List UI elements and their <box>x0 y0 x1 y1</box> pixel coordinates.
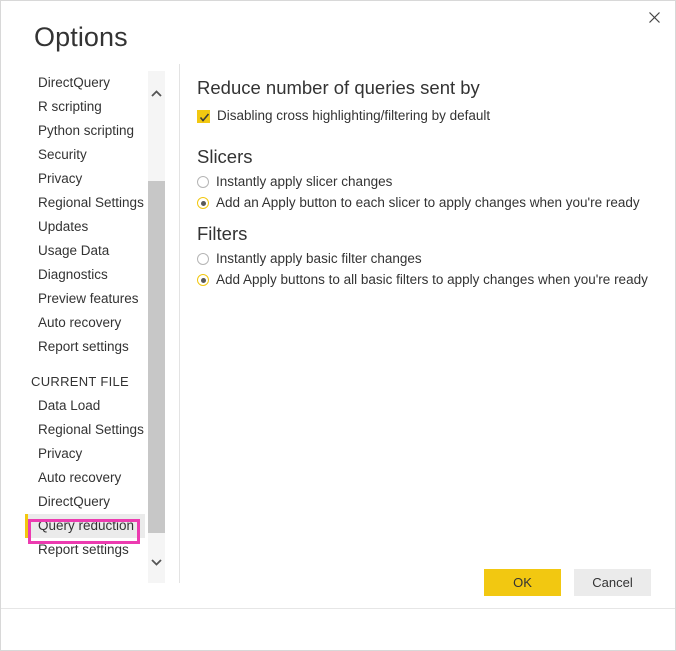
content-divider <box>179 64 180 583</box>
sidebar-scrollbar[interactable] <box>148 71 165 583</box>
sidebar-item-label: DirectQuery <box>38 494 111 509</box>
scrollbar-thumb[interactable] <box>148 181 165 533</box>
radio-label: Instantly apply slicer changes <box>216 174 393 189</box>
radio-selected-icon[interactable] <box>197 197 209 209</box>
page-title: Options <box>34 22 128 52</box>
sidebar-item-data-load[interactable]: Data Load <box>25 394 145 418</box>
sidebar-item-file-regional-settings[interactable]: Regional Settings <box>25 418 145 442</box>
sidebar-item-label: Security <box>38 147 87 162</box>
sidebar-item-updates[interactable]: Updates <box>25 215 145 239</box>
sidebar-item-file-directquery[interactable]: DirectQuery <box>25 490 145 514</box>
sidebar-item-security[interactable]: Security <box>25 143 145 167</box>
sidebar-item-label: DirectQuery <box>38 75 111 90</box>
dialog-footer: OK Cancel <box>484 569 651 596</box>
sidebar-item-label: Python scripting <box>38 123 135 138</box>
sidebar-item-label: Diagnostics <box>38 267 108 282</box>
sidebar-item-file-auto-recovery[interactable]: Auto recovery <box>25 466 145 490</box>
sidebar-item-label: Auto recovery <box>38 470 122 485</box>
sidebar-item-label: Usage Data <box>38 243 110 258</box>
sidebar-item-label: Report settings <box>38 542 129 557</box>
sidebar-item-privacy[interactable]: Privacy <box>25 167 145 191</box>
checkbox-disable-cross-highlighting[interactable]: Disabling cross highlighting/filtering b… <box>197 107 647 125</box>
radio-filters-apply-buttons[interactable]: Add Apply buttons to all basic filters t… <box>197 271 648 289</box>
sidebar-item-file-report-settings[interactable]: Report settings <box>25 538 145 562</box>
chevron-up-icon-glyph <box>151 90 162 97</box>
checkmark-icon-glyph <box>199 112 210 122</box>
slicers-radio-group[interactable]: Instantly apply slicer changes Add an Ap… <box>197 173 647 212</box>
sidebar-item-r-scripting[interactable]: R scripting <box>25 95 145 119</box>
sidebar-item-label: Privacy <box>38 446 83 461</box>
sidebar-item-label: Privacy <box>38 171 83 186</box>
chevron-down-icon[interactable] <box>148 554 165 571</box>
close-icon-glyph <box>648 11 660 23</box>
radio-selected-icon[interactable] <box>197 274 209 286</box>
ok-button[interactable]: OK <box>484 569 561 596</box>
sidebar-item-report-settings[interactable]: Report settings <box>25 335 145 359</box>
checkmark-icon[interactable] <box>197 109 210 123</box>
sidebar-item-label: R scripting <box>38 99 102 114</box>
sidebar-item-query-reduction[interactable]: Query reduction <box>25 514 145 538</box>
sidebar-item-label: Regional Settings <box>38 422 144 437</box>
sidebar-item-label: Updates <box>38 219 89 234</box>
cancel-button[interactable]: Cancel <box>574 569 651 596</box>
sidebar-item-directquery[interactable]: DirectQuery <box>25 71 145 95</box>
sidebar-item-preview-features[interactable]: Preview features <box>25 287 145 311</box>
options-dialog: Options DirectQuery R scripting Python s… <box>0 0 676 651</box>
sidebar-item-python-scripting[interactable]: Python scripting <box>25 119 145 143</box>
radio-label: Instantly apply basic filter changes <box>216 251 422 266</box>
checkbox-label: Disabling cross highlighting/filtering b… <box>217 108 491 123</box>
sidebar-item-label: Regional Settings <box>38 195 144 210</box>
sidebar-section-current-file: CURRENT FILE <box>31 374 129 389</box>
query-reduction-panel: Reduce number of queries sent by Disabli… <box>197 73 648 289</box>
heading-reduce-queries: Reduce number of queries sent by <box>197 77 480 98</box>
close-icon[interactable] <box>634 2 674 32</box>
sidebar-item-file-privacy[interactable]: Privacy <box>25 442 145 466</box>
sidebar-nav[interactable]: DirectQuery R scripting Python scripting… <box>25 71 145 583</box>
sidebar-item-label: Auto recovery <box>38 315 122 330</box>
chevron-up-icon[interactable] <box>148 85 165 102</box>
footer-divider <box>1 608 675 609</box>
sidebar-item-label: Report settings <box>38 339 129 354</box>
sidebar-item-label: Preview features <box>38 291 139 306</box>
sidebar-item-regional-settings[interactable]: Regional Settings <box>25 191 145 215</box>
radio-unselected-icon[interactable] <box>197 176 209 188</box>
sidebar-item-label: Data Load <box>38 398 101 413</box>
chevron-down-icon-glyph <box>151 559 162 566</box>
heading-filters: Filters <box>197 223 248 244</box>
sidebar-item-label: Query reduction <box>38 518 135 533</box>
radio-slicers-instant[interactable]: Instantly apply slicer changes <box>197 173 647 191</box>
filters-radio-group[interactable]: Instantly apply basic filter changes Add… <box>197 250 648 289</box>
radio-slicers-apply-button[interactable]: Add an Apply button to each slicer to ap… <box>197 194 647 212</box>
radio-label: Add an Apply button to each slicer to ap… <box>216 195 640 210</box>
radio-filters-instant[interactable]: Instantly apply basic filter changes <box>197 250 647 268</box>
heading-slicers: Slicers <box>197 146 253 167</box>
sidebar-item-diagnostics[interactable]: Diagnostics <box>25 263 145 287</box>
radio-unselected-icon[interactable] <box>197 253 209 265</box>
radio-label: Add Apply buttons to all basic filters t… <box>216 272 648 287</box>
sidebar-item-usage-data[interactable]: Usage Data <box>25 239 145 263</box>
sidebar-item-auto-recovery[interactable]: Auto recovery <box>25 311 145 335</box>
